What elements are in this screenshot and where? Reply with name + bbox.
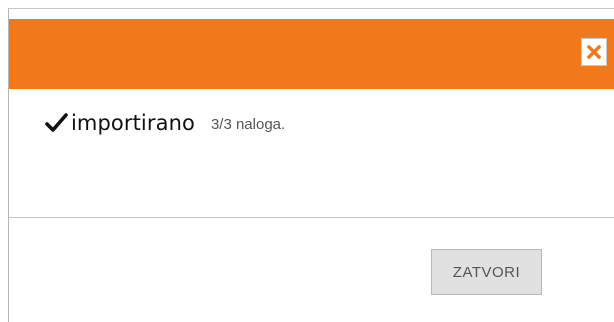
import-result-dialog: importirano 3/3 naloga. ZATVORI	[8, 8, 614, 322]
import-result-text: 3/3 naloga.	[210, 115, 286, 133]
footer-divider	[9, 217, 614, 218]
dialog-close-button[interactable]	[581, 38, 607, 66]
close-dialog-button[interactable]: ZATVORI	[431, 249, 542, 295]
import-message: importirano 3/3 naloga.	[45, 111, 285, 135]
import-status-label: importirano	[71, 111, 195, 135]
close-icon	[587, 45, 601, 59]
checkmark-icon	[45, 113, 68, 132]
dialog-titlebar	[9, 19, 614, 89]
